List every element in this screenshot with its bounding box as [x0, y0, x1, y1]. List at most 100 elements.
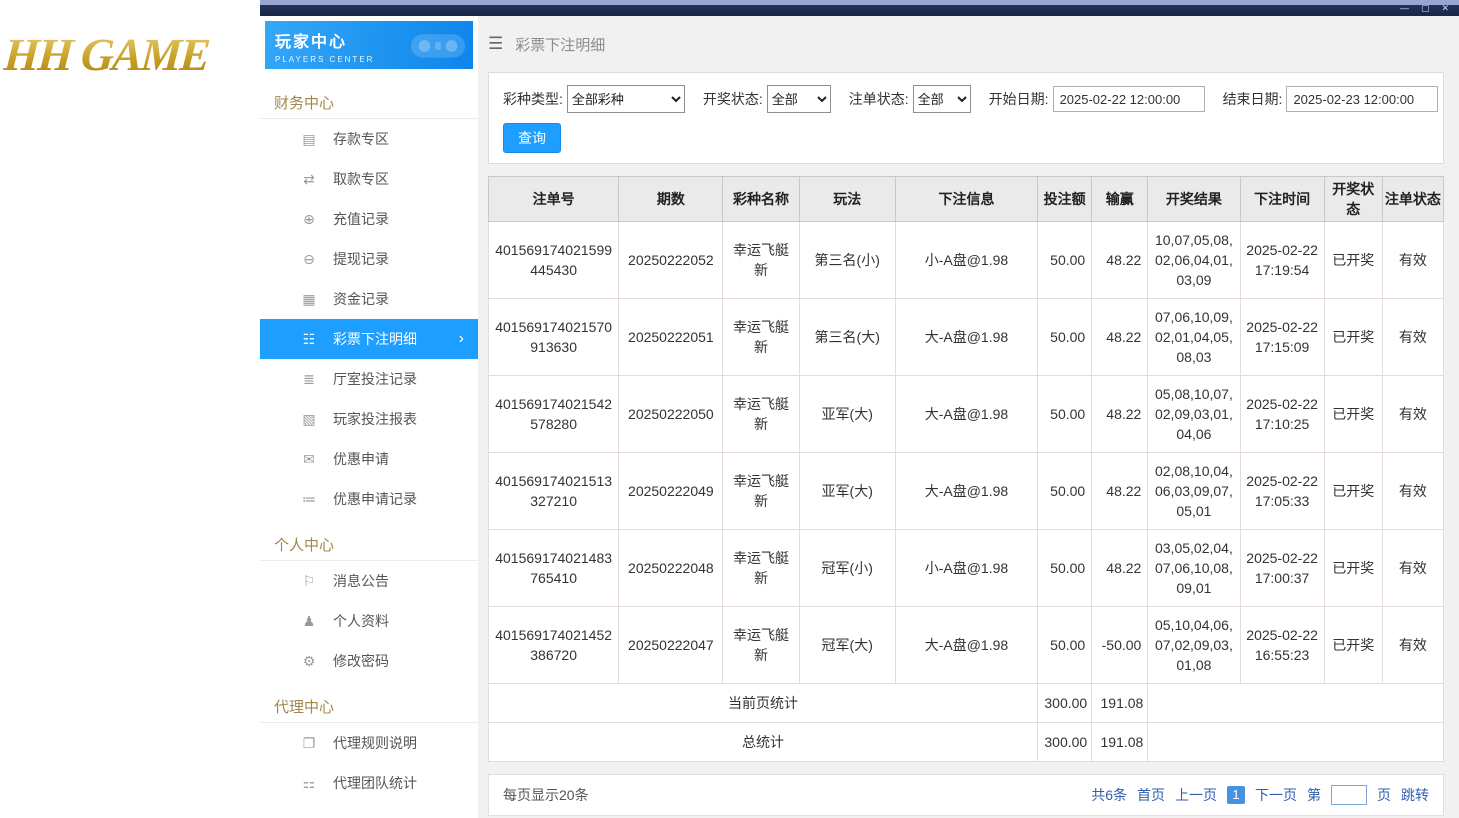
cell-draw_status: 已开奖 [1323, 221, 1383, 299]
sidebar-item-label: 资金记录 [333, 291, 389, 307]
sidebar-item-agent-team-stats[interactable]: ⚏ 代理团队统计 [260, 763, 478, 803]
ledger-icon: ▦ [302, 290, 316, 307]
summary-win-loss: 191.08 [1091, 722, 1149, 762]
table-header-row: 注单号 期数 彩种名称 玩法 下注信息 投注额 输赢 开奖结果 下注时间 开奖状态 注单状态 [487, 176, 1445, 222]
cell-lottery_name: 幸运飞艇新 [722, 375, 800, 453]
sidebar-item-withdraw-zone[interactable]: ⇄ 取款专区 [260, 159, 478, 199]
cell-bet_amount: 50.00 [1037, 375, 1093, 453]
sidebar-item-change-password[interactable]: ⚙ 修改密码 [260, 641, 478, 681]
cell-draw_result: 02,08,10,04,06,03,09,07,05,01 [1147, 452, 1241, 530]
table-row: 401569174021513327210 20250222049 幸运飞艇新 亚军(… [487, 452, 1445, 530]
cell-draw_result: 03,05,02,04,07,06,10,08,09,01 [1147, 529, 1241, 607]
sidebar-item-recharge-record[interactable]: ⊕ 充值记录 [260, 199, 478, 239]
summary-bet-amount: 300.00 [1037, 683, 1093, 723]
start-date-input[interactable] [1052, 86, 1205, 112]
user-icon: ♟ [302, 612, 316, 629]
cell-draw_result: 05,10,04,06,07,02,09,03,01,08 [1147, 606, 1241, 684]
sidebar-nav: 财务中心 ▤ 存款专区 ⇄ 取款专区 ⊕ 充值记录 ⊖ 提现记录 ▦ 资金记录 ☷ 彩票下注明细 › ≣ 厅室… [260, 77, 478, 803]
cell-period: 20250222048 [618, 529, 724, 607]
bet-list-icon: ☷ [302, 330, 316, 347]
cell-draw_result: 10,07,05,08,02,06,04,01,03,09 [1147, 221, 1241, 299]
window-titlebar: — ▢ ✕ [260, 0, 1459, 16]
cell-draw_status: 已开奖 [1323, 375, 1383, 453]
sidebar: 玩家中心 PLAYERS CENTER 财务中心 ▤ 存款专区 ⇄ 取款专区 ⊕ 充值记录 ⊖… [260, 16, 478, 818]
sidebar-item-label: 提现记录 [333, 251, 389, 267]
column-header-bet_status: 注单状态 [1381, 176, 1445, 222]
bank-card-icon: ▤ [302, 130, 316, 147]
column-header-lottery_name: 彩种名称 [722, 176, 800, 222]
next-page-link[interactable]: 下一页 [1255, 785, 1297, 805]
per-page-label: 每页显示20条 [503, 787, 589, 803]
end-date-input[interactable] [1286, 86, 1439, 112]
close-icon[interactable]: ✕ [1441, 3, 1449, 13]
summary-bet-amount: 300.00 [1037, 722, 1093, 762]
pagination-bar: 每页显示20条 共6条 首页 上一页 1 下一页 第 页 跳转 [488, 774, 1444, 816]
column-header-bet_time: 下注时间 [1239, 176, 1325, 222]
sidebar-item-promo-apply-record[interactable]: ≔ 优惠申请记录 [260, 479, 478, 519]
sidebar-item-hall-bet-record[interactable]: ≣ 厅室投注记录 [260, 359, 478, 399]
cell-lottery_name: 幸运飞艇新 [722, 606, 800, 684]
cell-bet_info: 大-A盘@1.98 [894, 375, 1039, 453]
cell-bet_info: 小-A盘@1.98 [894, 221, 1039, 299]
query-button[interactable]: 查询 [503, 123, 561, 153]
page-title: 彩票下注明细 [515, 36, 606, 54]
sidebar-item-personal-profile[interactable]: ♟ 个人资料 [260, 601, 478, 641]
cell-bet_amount: 50.00 [1037, 298, 1093, 376]
sidebar-item-label: 厅室投注记录 [333, 371, 417, 387]
sidebar-item-deposit-zone[interactable]: ▤ 存款专区 [260, 119, 478, 159]
maximize-icon[interactable]: ▢ [1421, 3, 1430, 13]
page-label-before: 第 [1307, 787, 1321, 803]
cell-bet_time: 2025-02-22 17:10:25 [1239, 375, 1325, 453]
minimize-icon[interactable]: — [1400, 3, 1409, 13]
draw-status-select[interactable]: 全部 [766, 85, 831, 113]
cell-bet_status: 有效 [1381, 375, 1445, 453]
total-count-label: 共6条 [1091, 787, 1127, 803]
team-chart-icon: ⚏ [302, 774, 316, 791]
sidebar-item-agent-rules[interactable]: ❐ 代理规则说明 [260, 723, 478, 763]
sidebar-item-withdrawal-record[interactable]: ⊖ 提现记录 [260, 239, 478, 279]
sidebar-section-title: 财务中心 [260, 77, 478, 119]
menu-toggle-icon[interactable]: ☰ [488, 34, 503, 54]
sidebar-item-funds-record[interactable]: ▦ 资金记录 [260, 279, 478, 319]
first-page-link[interactable]: 首页 [1137, 785, 1165, 805]
cell-bet_id: 401569174021513327210 [487, 452, 620, 530]
cell-draw_status: 已开奖 [1323, 298, 1383, 376]
table-row: 401569174021542578280 20250222050 幸运飞艇新 亚军(… [487, 375, 1445, 453]
cell-bet_time: 2025-02-22 17:19:54 [1239, 221, 1325, 299]
page-jump-input[interactable] [1331, 785, 1367, 805]
cell-bet_time: 2025-02-22 17:00:37 [1239, 529, 1325, 607]
column-header-period: 期数 [618, 176, 724, 222]
table-body: 401569174021599445430 20250222052 幸运飞艇新 第三名… [487, 221, 1445, 762]
cell-bet_info: 大-A盘@1.98 [894, 452, 1039, 530]
column-header-play_type: 玩法 [798, 176, 896, 222]
bet-status-select[interactable]: 全部 [912, 85, 971, 113]
cell-bet_status: 有效 [1381, 606, 1445, 684]
sidebar-item-player-bet-report[interactable]: ▧ 玩家投注报表 [260, 399, 478, 439]
column-header-draw_result: 开奖结果 [1147, 176, 1241, 222]
app-window: — ▢ ✕ 玩家中心 PLAYERS CENTER 财务中心 ▤ 存款专区 ⇄ 取款专区… [260, 0, 1459, 818]
jump-link[interactable]: 跳转 [1401, 785, 1429, 805]
sidebar-section-title: 个人中心 [260, 519, 478, 561]
summary-label: 总统计 [487, 722, 1039, 762]
sidebar-item-lottery-bet-detail[interactable]: ☷ 彩票下注明细 › [260, 319, 478, 359]
bets-table: 注单号 期数 彩种名称 玩法 下注信息 投注额 输赢 开奖结果 下注时间 开奖状态 注单状态 401… [487, 176, 1445, 762]
cell-bet_status: 有效 [1381, 221, 1445, 299]
brand-logo: HH GAME [2, 28, 260, 81]
cell-win_loss: 48.22 [1091, 529, 1149, 607]
gear-icon: ⚙ [302, 652, 316, 669]
bets-table-panel: 注单号 期数 彩种名称 玩法 下注信息 投注额 输赢 开奖结果 下注时间 开奖状态 注单状态 401… [487, 176, 1445, 762]
cell-bet_id: 401569174021483765410 [487, 529, 620, 607]
sidebar-item-label: 修改密码 [333, 653, 389, 669]
lottery-type-select[interactable]: 全部彩种 [566, 85, 685, 113]
cell-bet_amount: 50.00 [1037, 221, 1093, 299]
sidebar-item-message-notice[interactable]: ⚐ 消息公告 [260, 561, 478, 601]
cell-bet_amount: 50.00 [1037, 606, 1093, 684]
cell-bet_time: 2025-02-22 16:55:23 [1239, 606, 1325, 684]
prev-page-link[interactable]: 上一页 [1175, 785, 1217, 805]
sidebar-section-title: 代理中心 [260, 681, 478, 723]
sidebar-item-label: 彩票下注明细 [333, 331, 417, 347]
cell-bet_amount: 50.00 [1037, 452, 1093, 530]
current-page-badge[interactable]: 1 [1227, 786, 1245, 804]
cell-win_loss: 48.22 [1091, 452, 1149, 530]
sidebar-item-promo-apply[interactable]: ✉ 优惠申请 [260, 439, 478, 479]
